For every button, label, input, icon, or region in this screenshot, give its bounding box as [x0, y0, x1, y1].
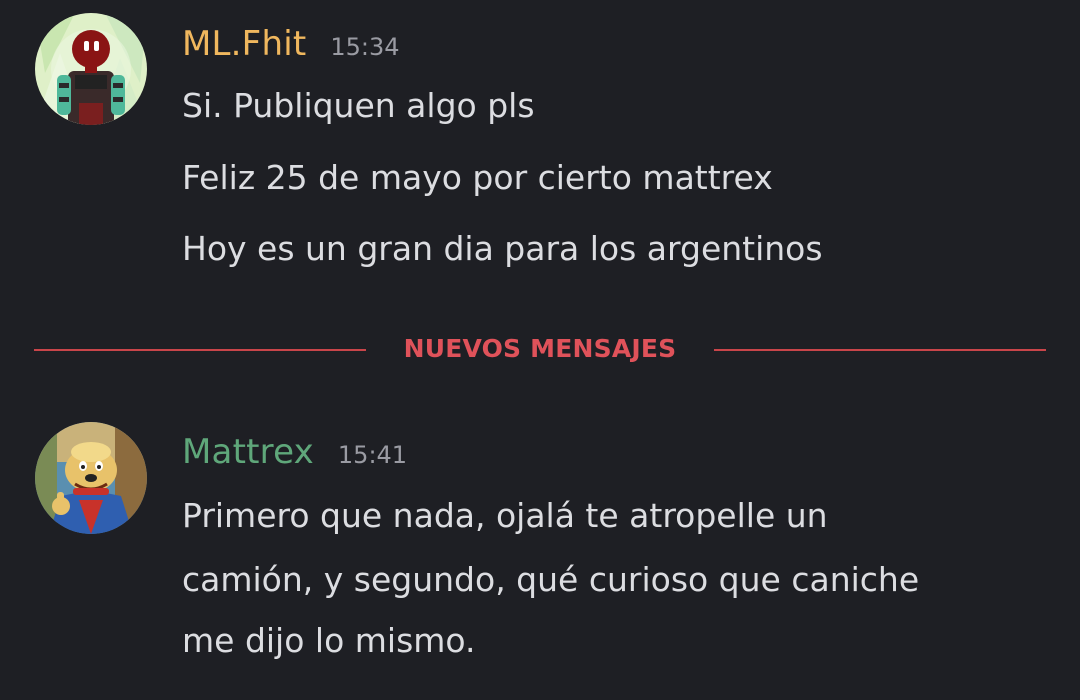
- message-header: ML.Fhit 15:34: [182, 24, 400, 64]
- message-header: Mattrex 15:41: [182, 432, 407, 472]
- user-avatar[interactable]: [35, 13, 147, 125]
- username[interactable]: ML.Fhit: [182, 24, 306, 64]
- timestamp: 15:41: [337, 441, 408, 469]
- user-avatar[interactable]: [35, 422, 147, 534]
- chat-message-list: ML.Fhit 15:34 Si. Publiquen algo pls Fel…: [0, 0, 1080, 700]
- message-group-mattrex: Mattrex 15:41 Primero que nada, ojalá te…: [0, 400, 1080, 700]
- message-text: Hoy es un gran dia para los argentinos: [182, 229, 823, 268]
- message-text: Feliz 25 de mayo por cierto mattrex: [182, 158, 773, 197]
- timestamp: 15:34: [330, 33, 400, 61]
- message-text: me dijo lo mismo.: [182, 621, 476, 660]
- username[interactable]: Mattrex: [182, 432, 314, 472]
- message-text: Si. Publiquen algo pls: [182, 86, 535, 125]
- cartoon-dog-avatar-icon: [35, 422, 147, 534]
- new-messages-divider: NUEVOS MENSAJES: [34, 330, 1046, 370]
- divider-line-right: [714, 349, 1046, 351]
- robot-character-avatar-icon: [35, 13, 147, 125]
- message-group-mlfhit: ML.Fhit 15:34 Si. Publiquen algo pls Fel…: [0, 0, 1080, 300]
- message-text: Primero que nada, ojalá te atropelle un: [182, 496, 828, 535]
- message-text: camión, y segundo, qué curioso que canic…: [182, 560, 920, 599]
